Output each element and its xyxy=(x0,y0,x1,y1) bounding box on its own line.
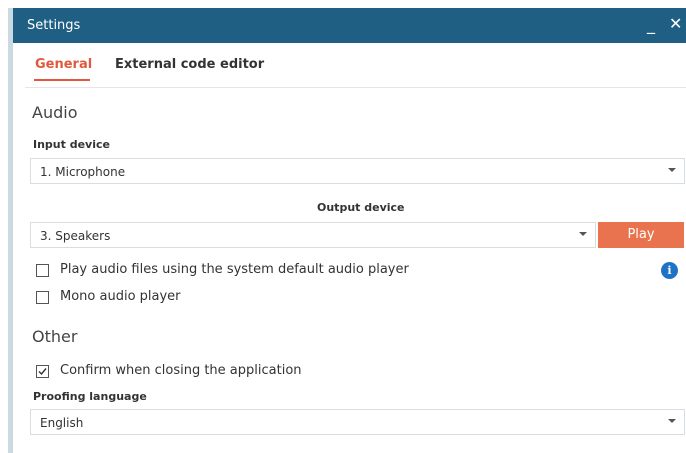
settings-dialog: Settings _ ✕ General External code edito… xyxy=(12,8,686,453)
tab-general[interactable]: General xyxy=(34,57,93,81)
close-icon[interactable]: ✕ xyxy=(669,15,682,33)
input-device-value: 1. Microphone xyxy=(40,165,126,179)
proofing-language-select[interactable]: English xyxy=(30,409,685,435)
checkbox-icon xyxy=(36,264,49,277)
audio-section-title: Audio xyxy=(32,103,78,122)
output-device-select[interactable]: 3. Speakers xyxy=(30,222,596,248)
background-window-edge xyxy=(0,8,12,453)
title-bar[interactable]: Settings _ ✕ xyxy=(13,8,686,43)
chevron-down-icon xyxy=(579,232,587,236)
tab-external-code-editor[interactable]: External code editor xyxy=(115,57,264,72)
output-device-label: Output device xyxy=(317,201,405,214)
proofing-language-label: Proofing language xyxy=(33,390,147,403)
output-device-value: 3. Speakers xyxy=(40,229,111,243)
window-title: Settings xyxy=(27,18,81,33)
confirm-close-label: Confirm when closing the application xyxy=(60,363,302,378)
chevron-down-icon xyxy=(668,419,676,423)
play-default-player-label: Play audio files using the system defaul… xyxy=(60,262,409,277)
input-device-select[interactable]: 1. Microphone xyxy=(30,158,685,184)
tab-general-label: General xyxy=(35,57,93,72)
other-section-title: Other xyxy=(32,327,78,346)
input-device-label: Input device xyxy=(33,138,110,151)
tab-divider xyxy=(25,87,686,88)
mono-audio-player-label: Mono audio player xyxy=(60,289,181,304)
checkbox-checked-icon xyxy=(36,365,49,378)
info-icon[interactable]: i xyxy=(661,262,678,279)
active-tab-indicator xyxy=(34,79,90,81)
tab-external-code-editor-label: External code editor xyxy=(115,57,265,72)
play-button[interactable]: Play xyxy=(598,222,684,248)
proofing-language-value: English xyxy=(40,416,84,430)
minimize-icon[interactable]: _ xyxy=(647,16,655,34)
checkbox-icon xyxy=(36,291,49,304)
chevron-down-icon xyxy=(668,168,676,172)
